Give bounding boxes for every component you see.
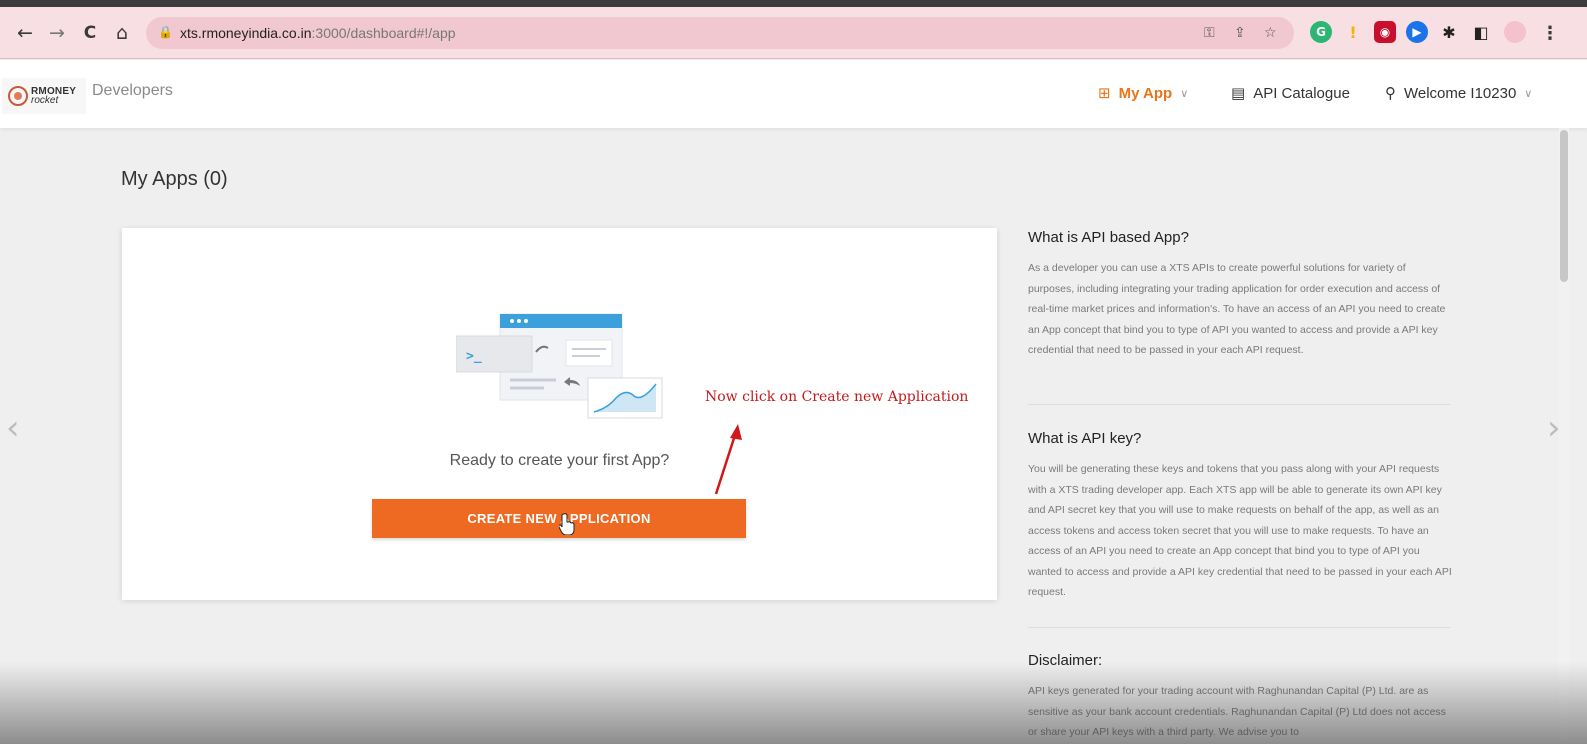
shield-extension-icon[interactable]: ◉ — [1374, 21, 1396, 43]
home-button[interactable]: ⌂ — [110, 21, 134, 45]
svg-text:>_: >_ — [466, 349, 482, 364]
welcome-user-label: Welcome I10230 — [1404, 84, 1517, 102]
forward-button[interactable]: → — [45, 21, 69, 45]
catalogue-icon: ▤ — [1231, 84, 1246, 102]
side-panel-icon[interactable]: ◧ — [1470, 21, 1492, 43]
reload-button[interactable]: C — [78, 21, 102, 45]
profile-avatar[interactable] — [1504, 21, 1526, 43]
info-disclaimer: Disclaimer: API keys generated for your … — [1028, 652, 1452, 743]
developers-label: Developers — [92, 82, 173, 99]
window-top-strip — [0, 0, 1587, 7]
lock-icon: 🔒 — [158, 25, 173, 39]
nav-api-catalogue-label: API Catalogue — [1253, 84, 1350, 102]
nav-api-catalogue[interactable]: ▤ API Catalogue — [1231, 84, 1350, 102]
reload-icon: C — [83, 23, 97, 43]
info-api-app: What is API based App? As a developer yo… — [1028, 229, 1452, 361]
info-api-key-text: You will be generating these keys and to… — [1028, 463, 1452, 598]
video-extension-icon[interactable]: ▶ — [1406, 21, 1428, 43]
empty-app-illustration: >_ — [456, 313, 663, 419]
info-divider — [1028, 627, 1450, 628]
grammarly-extension-icon[interactable]: G — [1310, 21, 1332, 43]
page-title: My Apps (0) — [121, 168, 228, 190]
address-bar[interactable]: 🔒 xts.rmoneyindia.co.in:3000/dashboard#!… — [146, 17, 1294, 49]
instruction-annotation: Now click on Create new Application — [705, 389, 969, 405]
info-api-app-title: What is API based App? — [1028, 229, 1189, 246]
url-path: :3000/dashboard#!/app — [311, 25, 456, 41]
ready-to-create-text: Ready to create your first App? — [449, 452, 670, 469]
puzzle-extensions-icon[interactable]: ✱ — [1438, 21, 1460, 43]
back-arrow-icon: ← — [17, 22, 33, 44]
user-icon: ⚲ — [1385, 84, 1396, 102]
chevron-down-icon: ∨ — [1180, 86, 1189, 100]
rmoney-logo[interactable]: RMONEY rocket — [2, 78, 86, 114]
logo-mark-icon — [8, 86, 28, 106]
app-header: RMONEY rocket Developers ⊞ My App ∨ ▤ AP… — [0, 60, 1587, 128]
info-divider — [1028, 404, 1450, 405]
annotation-arrow-icon — [714, 424, 742, 495]
previous-slide-icon[interactable]: ‹ — [6, 408, 20, 448]
share-icon[interactable]: ⇪ — [1234, 25, 1246, 41]
hand-cursor-icon — [559, 513, 575, 535]
create-app-card: >_ Ready to create your first App? CREAT… — [122, 228, 997, 600]
info-api-app-text: As a developer you can use a XTS APIs to… — [1028, 262, 1446, 356]
info-disclaimer-title: Disclaimer: — [1028, 652, 1103, 669]
home-icon: ⌂ — [115, 22, 129, 44]
grid-icon: ⊞ — [1098, 84, 1111, 102]
browser-menu-button[interactable]: ⋮ — [1538, 21, 1562, 45]
browser-toolbar: ← → C ⌂ 🔒 xts.rmoneyindia.co.in:3000/das… — [0, 7, 1587, 59]
forward-arrow-icon: → — [49, 22, 65, 44]
nav-my-app[interactable]: ⊞ My App ∨ — [1098, 84, 1188, 102]
kebab-menu-icon: ⋮ — [1541, 22, 1559, 44]
page-scrollbar-thumb[interactable] — [1560, 130, 1568, 282]
nav-user-menu[interactable]: ⚲ Welcome I10230 ∨ — [1385, 84, 1532, 102]
url-host: xts.rmoneyindia.co.in — [180, 25, 312, 41]
info-api-key-title: What is API key? — [1028, 430, 1142, 447]
info-disclaimer-text: API keys generated for your trading acco… — [1028, 685, 1446, 738]
logo-line2: rocket — [31, 95, 59, 106]
bookmark-star-icon[interactable]: ☆ — [1264, 25, 1277, 41]
info-api-key: What is API key? You will be generating … — [1028, 430, 1452, 603]
back-button[interactable]: ← — [13, 21, 37, 45]
url-text[interactable]: xts.rmoneyindia.co.in:3000/dashboard#!/a… — [180, 25, 456, 41]
key-icon[interactable]: ⚿ — [1204, 25, 1215, 41]
bulb-extension-icon[interactable]: ! — [1342, 21, 1364, 43]
nav-my-app-label: My App — [1118, 84, 1173, 102]
chevron-down-icon: ∨ — [1524, 86, 1533, 100]
